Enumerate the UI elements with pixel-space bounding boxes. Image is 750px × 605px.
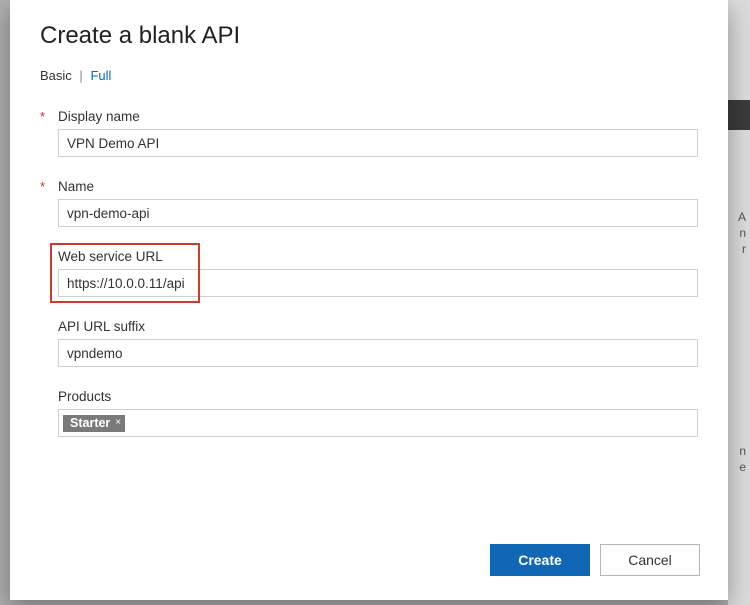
input-api-url-suffix[interactable] <box>58 339 698 367</box>
input-web-service-url[interactable] <box>58 269 698 297</box>
label-name: Name <box>58 179 94 194</box>
product-tag-label: Starter <box>70 416 110 430</box>
backdrop: A n r n e Create a blank API Basic | Ful… <box>0 0 750 605</box>
label-products: Products <box>58 389 111 404</box>
field-products: Products Starter × <box>40 389 698 437</box>
bg-letter: n <box>739 226 746 240</box>
background-dark-strip <box>728 100 750 130</box>
label-api-url-suffix: API URL suffix <box>58 319 145 334</box>
required-star-icon: * <box>40 179 58 194</box>
product-tag: Starter × <box>63 415 125 432</box>
field-name: * Name <box>40 179 698 227</box>
create-api-dialog: Create a blank API Basic | Full * Displa… <box>10 0 728 600</box>
background-panel: A n r n e <box>728 0 750 605</box>
dialog-title: Create a blank API <box>40 22 698 50</box>
create-button[interactable]: Create <box>490 544 590 576</box>
bg-letter: n <box>739 444 746 458</box>
mode-tabs: Basic | Full <box>40 68 698 83</box>
dialog-body: Create a blank API Basic | Full * Displa… <box>10 0 728 538</box>
field-api-url-suffix: API URL suffix <box>40 319 698 367</box>
dialog-footer: Create Cancel <box>10 538 728 600</box>
required-star-icon: * <box>40 109 58 124</box>
tab-full[interactable]: Full <box>90 68 111 83</box>
tab-basic[interactable]: Basic <box>40 68 72 83</box>
label-web-service-url: Web service URL <box>58 249 163 264</box>
field-web-service-url: Web service URL <box>40 249 698 297</box>
bg-letter: e <box>739 460 746 474</box>
cancel-button[interactable]: Cancel <box>600 544 700 576</box>
label-display-name: Display name <box>58 109 140 124</box>
bg-letter: A <box>738 210 746 224</box>
input-name[interactable] <box>58 199 698 227</box>
remove-tag-icon[interactable]: × <box>115 417 121 428</box>
tab-separator: | <box>79 68 82 83</box>
input-display-name[interactable] <box>58 129 698 157</box>
field-display-name: * Display name <box>40 109 698 157</box>
input-products[interactable]: Starter × <box>58 409 698 437</box>
bg-letter: r <box>742 242 746 256</box>
